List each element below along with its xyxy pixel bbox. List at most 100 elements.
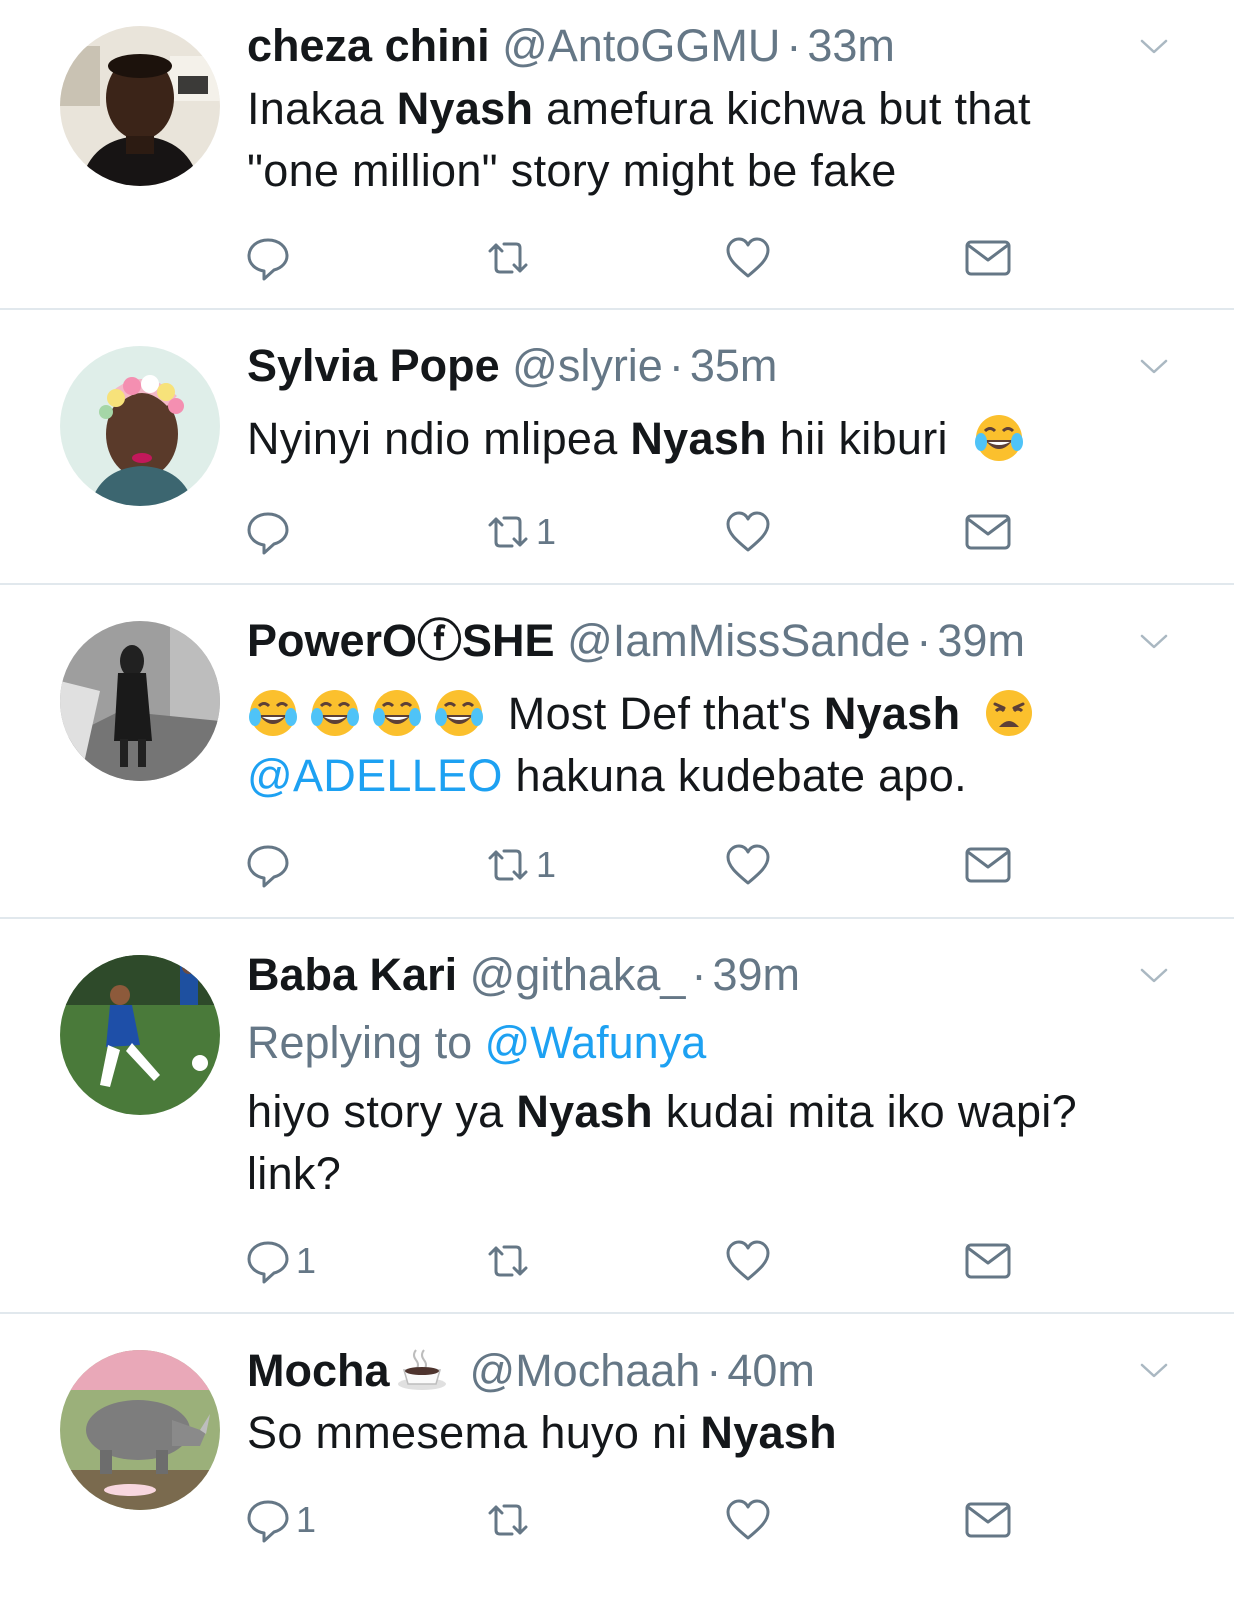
timestamp[interactable]: 39m xyxy=(937,615,1025,666)
like-button[interactable] xyxy=(724,1231,772,1291)
avatar[interactable] xyxy=(60,26,220,186)
separator-dot: · xyxy=(668,340,684,391)
direct-message-button[interactable] xyxy=(964,502,1012,562)
direct-message-button[interactable] xyxy=(964,1231,1012,1291)
envelope-icon xyxy=(965,1502,1011,1538)
direct-message-button[interactable] xyxy=(964,1490,1012,1550)
chevron-down-icon[interactable] xyxy=(1138,30,1170,62)
avatar[interactable] xyxy=(60,621,220,781)
replying-label: Replying to xyxy=(247,1017,485,1068)
avatar[interactable] xyxy=(60,955,220,1115)
handle[interactable]: @IamMissSande xyxy=(567,615,910,666)
tweet-actions: 1 xyxy=(0,1490,1234,1550)
like-button[interactable] xyxy=(724,835,772,895)
avatar-man-photo-icon xyxy=(60,26,220,186)
text-segment: kudai mita iko wapi? xyxy=(652,1086,1077,1137)
display-name[interactable]: Mocha xyxy=(247,1345,390,1396)
tweet-actions: 1 xyxy=(0,1231,1234,1291)
handle[interactable]: @slyrie xyxy=(512,340,663,391)
tweet-header: Mocha @Mochaah · 40m xyxy=(247,1344,1114,1397)
reply-icon xyxy=(247,238,289,281)
heart-icon xyxy=(726,511,770,552)
text-bold-segment: Nyash xyxy=(823,688,961,739)
tweet[interactable]: Mocha @Mochaah · 40m So mmesema huyo ni Nya… xyxy=(0,1314,1234,1606)
reply-icon xyxy=(247,1241,289,1284)
retweet-button[interactable] xyxy=(484,1490,532,1550)
handle[interactable]: @Mochaah xyxy=(470,1345,701,1396)
replying-to: Replying to @Wafunya xyxy=(247,1015,706,1071)
display-name[interactable]: cheza chini xyxy=(247,20,490,71)
retweet-icon xyxy=(488,849,528,881)
avatar[interactable] xyxy=(60,346,220,506)
separator-dot: · xyxy=(916,615,932,666)
direct-message-button[interactable] xyxy=(964,835,1012,895)
avatar-rhino-photo-icon xyxy=(60,1350,220,1510)
chevron-down-icon[interactable] xyxy=(1138,350,1170,382)
like-button[interactable] xyxy=(724,1490,772,1550)
reply-button[interactable]: 1 xyxy=(244,1490,316,1550)
mention-link[interactable]: @ADELLEO xyxy=(247,750,503,801)
avatar-bw-figure-photo-icon xyxy=(60,621,220,781)
retweet-button[interactable]: 1 xyxy=(484,835,556,895)
tweet-header: Baba Kari @githaka_ · 39m xyxy=(247,949,1114,1001)
chevron-down-icon[interactable] xyxy=(1138,625,1170,657)
avatar-football-player-photo-icon xyxy=(60,955,220,1115)
retweet-button[interactable] xyxy=(484,1231,532,1291)
mention-link[interactable]: @Wafunya xyxy=(485,1017,707,1068)
tweet-text: So mmesema huyo ni Nyash xyxy=(247,1402,1187,1464)
face-with-tears-of-joy-icon xyxy=(433,687,485,739)
envelope-icon xyxy=(965,240,1011,276)
handle[interactable]: @AntoGGMU xyxy=(502,20,780,71)
hot-coffee-cup-icon xyxy=(396,1344,448,1396)
tweet-header: PowerOⓕSHE @IamMissSande · 39m xyxy=(247,615,1114,667)
display-name[interactable]: Sylvia Pope xyxy=(247,340,500,391)
avatar[interactable] xyxy=(60,1350,220,1510)
retweet-icon xyxy=(488,242,528,274)
timestamp[interactable]: 35m xyxy=(690,340,778,391)
separator-dot: · xyxy=(786,20,802,71)
tweet[interactable]: Baba Kari @githaka_ · 39m Replying to @Waf… xyxy=(0,919,1234,1311)
envelope-icon xyxy=(965,847,1011,883)
tweet-header: Sylvia Pope @slyrie · 35m xyxy=(247,340,1114,392)
tweet-text: Nyinyi ndio mlipea Nyash hii kiburi xyxy=(247,408,1187,470)
chevron-down-icon[interactable] xyxy=(1138,1354,1170,1386)
retweet-count: 1 xyxy=(536,844,557,885)
text-segment: link? xyxy=(247,1148,342,1199)
retweet-button[interactable]: 1 xyxy=(484,502,556,562)
tweet-header: cheza chini @AntoGGMU · 33m xyxy=(247,20,1114,72)
heart-icon xyxy=(726,844,770,885)
like-button[interactable] xyxy=(724,502,772,562)
avatar-woman-flower-crown-photo-icon xyxy=(60,346,220,506)
timestamp[interactable]: 33m xyxy=(807,20,895,71)
reply-count: 1 xyxy=(296,1240,317,1281)
display-name[interactable]: Baba Kari xyxy=(247,949,457,1000)
weary-face-icon xyxy=(983,687,1035,739)
tweet[interactable]: PowerOⓕSHE @IamMissSande · 39m Most Def th… xyxy=(0,585,1234,917)
retweet-icon xyxy=(488,1504,528,1536)
handle[interactable]: @githaka_ xyxy=(470,949,686,1000)
tweet-text: hiyo story ya Nyash kudai mita iko wapi?… xyxy=(247,1081,1187,1205)
chevron-down-icon[interactable] xyxy=(1138,959,1170,991)
text-segment: So mmesema huyo ni xyxy=(247,1407,701,1458)
timestamp[interactable]: 40m xyxy=(727,1345,815,1396)
reply-button[interactable] xyxy=(244,835,292,895)
reply-icon xyxy=(247,845,289,888)
like-button[interactable] xyxy=(724,228,772,288)
display-name[interactable]: PowerOⓕSHE xyxy=(247,615,555,666)
retweet-button[interactable] xyxy=(484,228,536,288)
tweet[interactable]: cheza chini @AntoGGMU · 33m Inakaa Nyash a… xyxy=(0,0,1234,308)
tweet[interactable]: Sylvia Pope @slyrie · 35m Nyinyi ndio mlip… xyxy=(0,310,1234,582)
reply-button[interactable] xyxy=(244,502,292,562)
envelope-icon xyxy=(965,514,1011,550)
text-segment: hii kiburi xyxy=(766,413,948,464)
reply-button[interactable]: 1 xyxy=(244,1231,316,1291)
timestamp[interactable]: 39m xyxy=(712,949,800,1000)
text-segment: Inakaa xyxy=(247,83,397,134)
face-with-tears-of-joy-icon xyxy=(309,687,361,739)
text-bold-segment: Nyash xyxy=(630,413,767,464)
retweet-icon xyxy=(488,516,528,548)
direct-message-button[interactable] xyxy=(964,228,1012,288)
reply-button[interactable] xyxy=(244,228,292,288)
text-segment: amefura kichwa but that xyxy=(533,83,1031,134)
retweet-icon xyxy=(488,1245,528,1277)
